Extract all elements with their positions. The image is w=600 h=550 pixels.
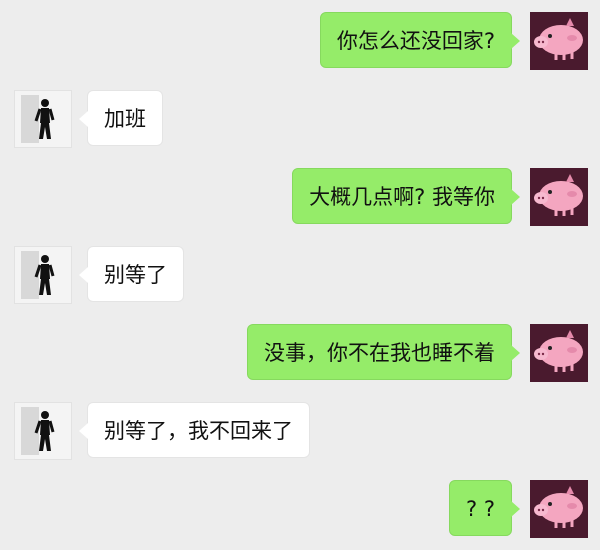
pig-avatar-icon[interactable] <box>530 12 588 70</box>
pig-avatar-icon[interactable] <box>530 168 588 226</box>
pink-pig-icon <box>530 168 588 226</box>
message-row-received: 加班 <box>0 90 600 150</box>
pig-avatar-icon[interactable] <box>530 324 588 382</box>
sent-message-bubble[interactable]: 你怎么还没回家? <box>319 12 521 68</box>
person-photo-icon <box>15 91 71 147</box>
message-row-received: 别等了，我不回来了 <box>0 402 600 462</box>
received-message-bubble[interactable]: 别等了，我不回来了 <box>79 402 310 458</box>
message-row-sent: 你怎么还没回家? <box>0 12 600 72</box>
message-row-sent: ? ? <box>0 480 600 540</box>
pink-pig-icon <box>530 12 588 70</box>
message-row-received: 别等了 <box>0 246 600 306</box>
message-row-sent: 没事，你不在我也睡不着 <box>0 324 600 384</box>
pink-pig-icon <box>530 480 588 538</box>
sent-message-bubble[interactable]: 没事，你不在我也睡不着 <box>247 324 520 380</box>
sent-message-bubble[interactable]: ? ? <box>449 480 520 536</box>
received-message-bubble[interactable]: 别等了 <box>79 246 184 302</box>
pig-avatar-icon[interactable] <box>530 480 588 538</box>
person-photo-icon <box>15 403 71 459</box>
received-message-bubble[interactable]: 加班 <box>79 90 163 146</box>
contact-avatar-icon[interactable] <box>14 90 72 148</box>
person-photo-icon <box>15 247 71 303</box>
chat-window: 你怎么还没回家? 加班 大概几点啊? 我等你 别等了 没事，你不在我也睡不着 别… <box>0 0 600 550</box>
sent-message-bubble[interactable]: 大概几点啊? 我等你 <box>292 168 520 224</box>
message-row-sent: 大概几点啊? 我等你 <box>0 168 600 228</box>
contact-avatar-icon[interactable] <box>14 246 72 304</box>
pink-pig-icon <box>530 324 588 382</box>
contact-avatar-icon[interactable] <box>14 402 72 460</box>
